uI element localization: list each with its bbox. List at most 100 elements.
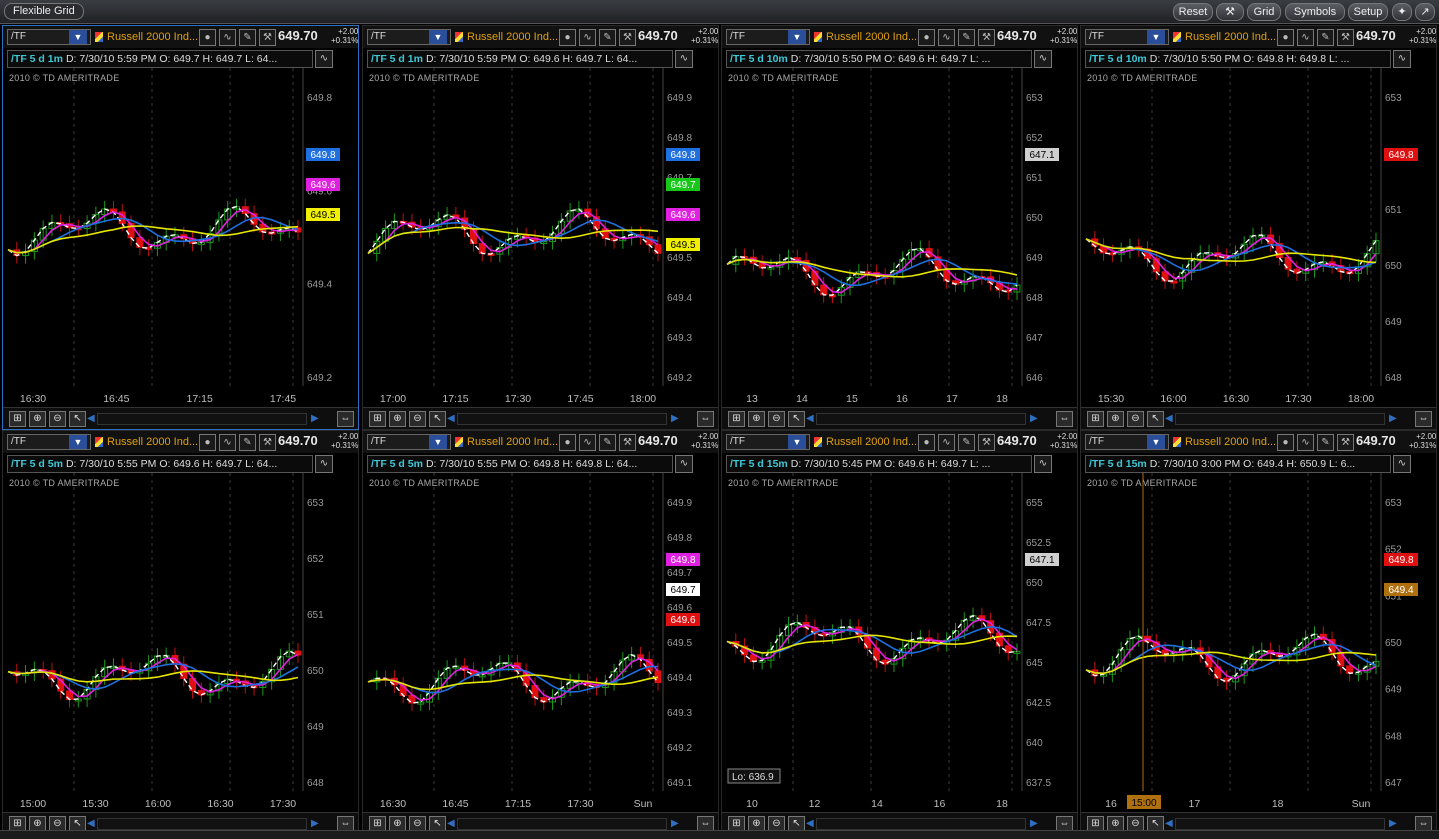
chart-panel[interactable]: /TF ▼ Russell 2000 Ind... ● ∿ ✎ ⚒ 649.70 +2.00 +0… xyxy=(721,25,1078,430)
chart-panel[interactable]: /TF ▼ Russell 2000 Ind... ● ∿ ✎ ⚒ 649.70 +2.00 +0… xyxy=(1080,25,1437,430)
draw-icon[interactable]: ✎ xyxy=(958,434,975,451)
price-plot[interactable]: 65365265165064964864716 17 18 Sun649.8649.4… xyxy=(1081,473,1436,813)
grid-icon[interactable]: ⊞ xyxy=(369,411,386,427)
scroll-right-icon[interactable]: ▶ xyxy=(1389,413,1397,424)
zoom-in-icon[interactable]: ⊕ xyxy=(389,411,406,427)
price-plot[interactable]: 65365265165064964815:3016:0016:3017:3018… xyxy=(1081,68,1436,408)
symbol-dropdown-icon[interactable]: ▼ xyxy=(1147,435,1165,449)
detach-icon[interactable]: ↗ xyxy=(1415,3,1435,21)
style-icon[interactable]: ⚒ xyxy=(1337,29,1354,46)
timeframe-label[interactable]: /TF 5 d 10m xyxy=(727,53,791,65)
symbol-dropdown-icon[interactable]: ▼ xyxy=(429,435,447,449)
draw-icon[interactable]: ✎ xyxy=(599,434,616,451)
chart-settings-icon[interactable]: ∿ xyxy=(1393,455,1411,473)
symbol-dropdown-icon[interactable]: ▼ xyxy=(69,435,87,449)
scroll-left-icon[interactable]: ◀ xyxy=(1165,413,1173,424)
zoom-out-icon[interactable]: ⊖ xyxy=(1127,411,1144,427)
chart-scrollbar[interactable] xyxy=(816,818,1026,830)
price-plot[interactable]: 649.8 649.6 649.4 649.2 16:30 16:45 17:15 17:45… xyxy=(3,68,358,408)
cursor-icon[interactable]: ↖ xyxy=(69,411,86,427)
scroll-left-icon[interactable]: ◀ xyxy=(87,818,95,829)
draw-icon[interactable]: ✎ xyxy=(239,29,256,46)
chart-scrollbar[interactable] xyxy=(97,413,307,425)
style-icon[interactable]: ⚒ xyxy=(1337,434,1354,451)
timeframe-label[interactable]: /TF 5 d 1m xyxy=(8,53,66,65)
scroll-right-icon[interactable]: ▶ xyxy=(1030,818,1038,829)
grid-icon[interactable]: ⊞ xyxy=(9,411,26,427)
reset-button[interactable]: Reset xyxy=(1173,3,1213,21)
chart-panel[interactable]: /TF ▼ Russell 2000 Ind... ● ∿ ✎ ⚒ 649.70 +2.00 +0… xyxy=(2,25,359,430)
style-icon[interactable]: ⚒ xyxy=(619,434,636,451)
symbol-dropdown-icon[interactable]: ▼ xyxy=(788,435,806,449)
symbol-dropdown-icon[interactable]: ▼ xyxy=(429,30,447,44)
wrench-icon[interactable]: ⚒ xyxy=(1216,3,1244,21)
globe-icon[interactable]: ● xyxy=(918,434,935,451)
scroll-right-icon[interactable]: ▶ xyxy=(1389,818,1397,829)
style-icon[interactable]: ⚒ xyxy=(259,29,276,46)
symbol-dropdown-icon[interactable]: ▼ xyxy=(788,30,806,44)
scroll-left-icon[interactable]: ◀ xyxy=(1165,818,1173,829)
timeframe-label[interactable]: /TF 5 d 15m xyxy=(727,458,791,470)
study-icon[interactable]: ∿ xyxy=(579,434,596,451)
price-plot[interactable]: 649.9 649.8 649.7 649.6 649.5 649.4 649.3 649.2… xyxy=(363,68,718,408)
globe-icon[interactable]: ● xyxy=(1277,29,1294,46)
grid-icon[interactable]: ⊞ xyxy=(728,411,745,427)
timeframe-label[interactable]: /TF 5 d 5m xyxy=(8,458,66,470)
chart-settings-icon[interactable]: ∿ xyxy=(675,455,693,473)
study-icon[interactable]: ∿ xyxy=(938,29,955,46)
draw-icon[interactable]: ✎ xyxy=(958,29,975,46)
zoom-out-icon[interactable]: ⊖ xyxy=(768,411,785,427)
chart-scrollbar[interactable] xyxy=(1175,818,1385,830)
timeframe-label[interactable]: /TF 5 d 5m xyxy=(368,458,426,470)
expand-icon[interactable]: ⇔ xyxy=(1056,411,1073,427)
chart-panel[interactable]: /TF ▼ Russell 2000 Ind... ● ∿ ✎ ⚒ 649.70 +2.00 +0… xyxy=(721,430,1078,835)
scroll-left-icon[interactable]: ◀ xyxy=(87,413,95,424)
scroll-left-icon[interactable]: ◀ xyxy=(447,413,455,424)
grid-icon[interactable]: ⊞ xyxy=(1087,411,1104,427)
chart-scrollbar[interactable] xyxy=(457,413,667,425)
draw-icon[interactable]: ✎ xyxy=(599,29,616,46)
chart-panel[interactable]: /TF ▼ Russell 2000 Ind... ● ∿ ✎ ⚒ 649.70 +2.00 +0… xyxy=(1080,430,1437,835)
scroll-right-icon[interactable]: ▶ xyxy=(311,818,319,829)
chart-scrollbar[interactable] xyxy=(97,818,307,830)
price-plot[interactable]: 649.9 649.8 649.7 649.6 649.5 649.4 649.3 649.2… xyxy=(363,473,718,813)
style-icon[interactable]: ⚒ xyxy=(259,434,276,451)
globe-icon[interactable]: ● xyxy=(918,29,935,46)
pin-icon[interactable]: ✦ xyxy=(1392,3,1412,21)
study-icon[interactable]: ∿ xyxy=(1297,434,1314,451)
draw-icon[interactable]: ✎ xyxy=(1317,29,1334,46)
expand-icon[interactable]: ⇔ xyxy=(337,411,354,427)
draw-icon[interactable]: ✎ xyxy=(1317,434,1334,451)
timeframe-label[interactable]: /TF 5 d 15m xyxy=(1086,458,1150,470)
study-icon[interactable]: ∿ xyxy=(219,29,236,46)
cursor-icon[interactable]: ↖ xyxy=(429,411,446,427)
scroll-right-icon[interactable]: ▶ xyxy=(671,818,679,829)
zoom-out-icon[interactable]: ⊖ xyxy=(409,411,426,427)
scroll-right-icon[interactable]: ▶ xyxy=(1030,413,1038,424)
globe-icon[interactable]: ● xyxy=(199,434,216,451)
zoom-in-icon[interactable]: ⊕ xyxy=(1107,411,1124,427)
globe-icon[interactable]: ● xyxy=(199,29,216,46)
style-icon[interactable]: ⚒ xyxy=(978,434,995,451)
study-icon[interactable]: ∿ xyxy=(219,434,236,451)
expand-icon[interactable]: ⇔ xyxy=(697,411,714,427)
chart-panel[interactable]: /TF ▼ Russell 2000 Ind... ● ∿ ✎ ⚒ 649.70 +2.00 +0… xyxy=(362,25,719,430)
symbol-dropdown-icon[interactable]: ▼ xyxy=(1147,30,1165,44)
grid-button[interactable]: Grid xyxy=(1247,3,1281,21)
style-icon[interactable]: ⚒ xyxy=(619,29,636,46)
chart-panel[interactable]: /TF ▼ Russell 2000 Ind... ● ∿ ✎ ⚒ 649.70 +2.00 +0… xyxy=(2,430,359,835)
chart-settings-icon[interactable]: ∿ xyxy=(315,50,333,68)
price-plot[interactable]: 655 652.5 650 647.5 645 642.5 640 637.5 10 12 14 16… xyxy=(722,473,1077,813)
symbols-button[interactable]: Symbols xyxy=(1285,3,1345,21)
draw-icon[interactable]: ✎ xyxy=(239,434,256,451)
scroll-right-icon[interactable]: ▶ xyxy=(311,413,319,424)
expand-icon[interactable]: ⇔ xyxy=(1415,411,1432,427)
timeframe-label[interactable]: /TF 5 d 1m xyxy=(368,53,426,65)
chart-scrollbar[interactable] xyxy=(1175,413,1385,425)
zoom-in-icon[interactable]: ⊕ xyxy=(748,411,765,427)
scroll-left-icon[interactable]: ◀ xyxy=(447,818,455,829)
chart-panel[interactable]: /TF ▼ Russell 2000 Ind... ● ∿ ✎ ⚒ 649.70 +2.00 +0… xyxy=(362,430,719,835)
chart-scrollbar[interactable] xyxy=(457,818,667,830)
chart-settings-icon[interactable]: ∿ xyxy=(1393,50,1411,68)
chart-settings-icon[interactable]: ∿ xyxy=(315,455,333,473)
